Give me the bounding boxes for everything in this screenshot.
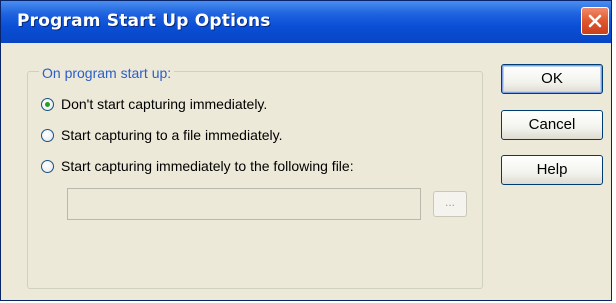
radio-label: Don't start capturing immediately.	[61, 96, 268, 112]
file-path-input[interactable]	[67, 188, 421, 220]
radio-label: Start capturing to a file immediately.	[61, 127, 283, 143]
close-icon	[588, 14, 602, 28]
radio-capture-following-file[interactable]: Start capturing immediately to the follo…	[41, 156, 354, 176]
dialog-body: On program start up: Don't start capturi…	[1, 43, 611, 300]
ok-button[interactable]: OK	[501, 64, 603, 94]
radio-icon[interactable]	[41, 128, 54, 142]
window-title: Program Start Up Options	[17, 11, 271, 31]
cancel-button[interactable]: Cancel	[501, 110, 603, 140]
radio-dont-start[interactable]: Don't start capturing immediately.	[41, 94, 267, 114]
radio-icon[interactable]	[41, 97, 54, 111]
radio-icon[interactable]	[41, 159, 54, 173]
title-bar[interactable]: Program Start Up Options	[1, 1, 611, 43]
close-button[interactable]	[581, 7, 609, 35]
help-button[interactable]: Help	[501, 155, 603, 185]
radio-capture-file[interactable]: Start capturing to a file immediately.	[41, 125, 283, 145]
radio-label: Start capturing immediately to the follo…	[61, 158, 354, 174]
browse-button[interactable]: ...	[433, 191, 467, 217]
dialog-window: Program Start Up Options On program star…	[0, 0, 612, 301]
group-legend: On program start up:	[39, 65, 175, 81]
